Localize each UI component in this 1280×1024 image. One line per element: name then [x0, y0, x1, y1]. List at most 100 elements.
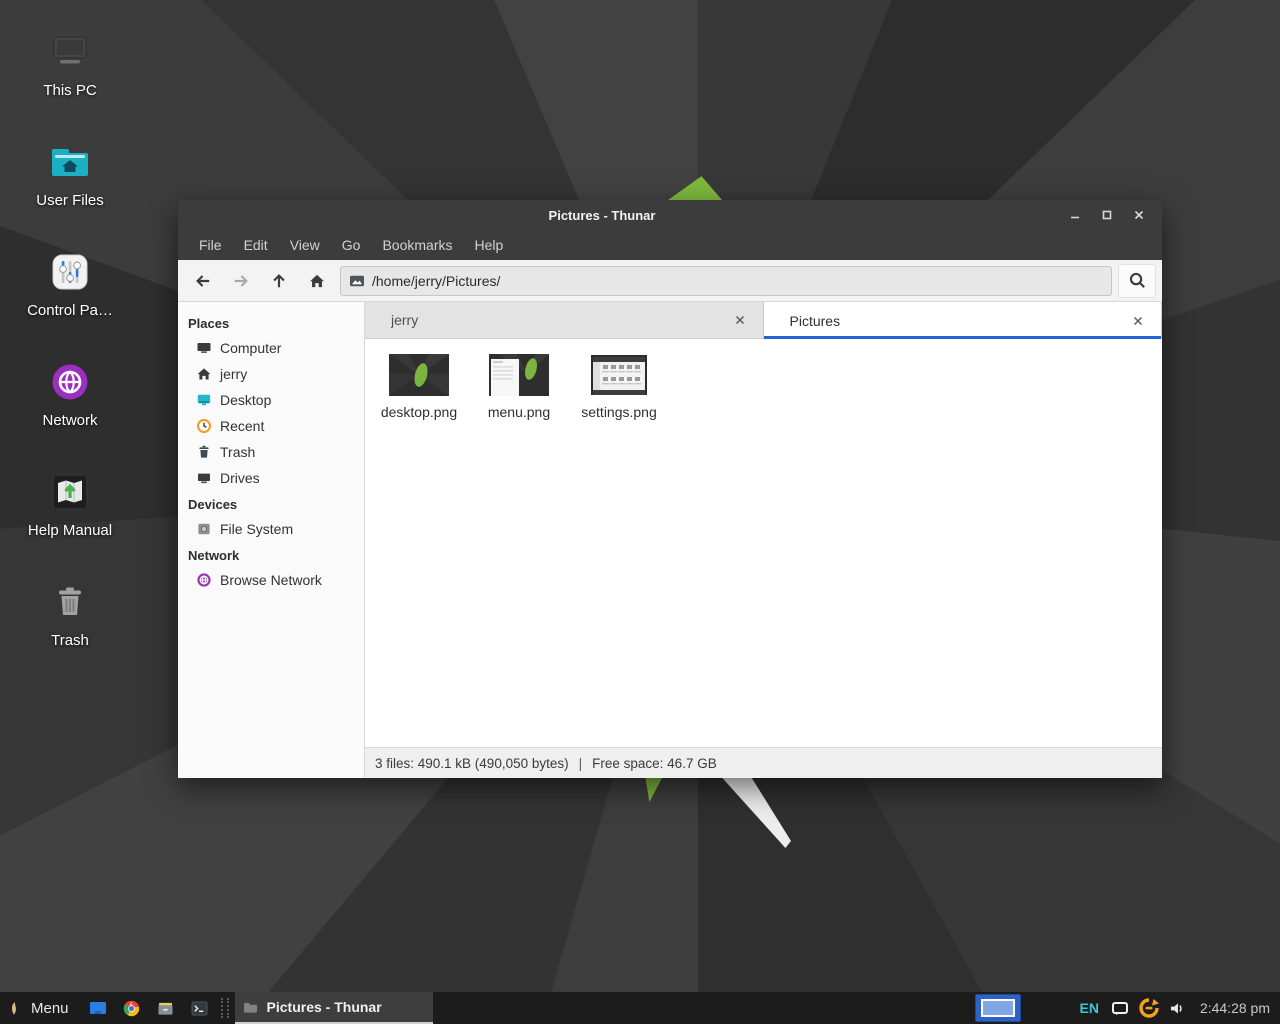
file-name: desktop.png — [371, 404, 467, 420]
taskbar: Menu — [0, 992, 1280, 1024]
sidebar-item-label: Computer — [220, 340, 281, 356]
back-button[interactable] — [188, 266, 218, 296]
file-menu-png[interactable]: menu.png — [469, 349, 569, 424]
panel-grip-handle[interactable] — [221, 998, 229, 1018]
network-globe-icon — [46, 358, 94, 406]
menu-view[interactable]: View — [279, 233, 331, 257]
path-text: /home/jerry/Pictures/ — [372, 273, 500, 289]
update-manager-icon[interactable] — [1138, 997, 1160, 1019]
taskbar-window-label: Pictures - Thunar — [267, 999, 382, 1015]
home-icon — [196, 366, 212, 382]
status-bar: 3 files: 490.1 kB (490,050 bytes) | Free… — [365, 747, 1162, 778]
menu-file[interactable]: File — [188, 233, 233, 257]
help-manual-icon — [46, 468, 94, 516]
sidebar-item-label: Trash — [220, 444, 255, 460]
display-tray-icon[interactable] — [1109, 997, 1131, 1019]
file-list-area[interactable]: desktop.png — [365, 339, 1162, 747]
sidebar-item-jerry-home[interactable]: jerry — [178, 361, 364, 387]
desktop-icon-label: Help Manual — [16, 522, 124, 539]
forward-button[interactable] — [226, 266, 256, 296]
menu-button-label: Menu — [31, 1000, 69, 1017]
sidebar-item-label: File System — [220, 521, 293, 537]
toolbar: /home/jerry/Pictures/ — [178, 260, 1162, 302]
show-desktop-icon[interactable] — [85, 992, 111, 1024]
sidebar-item-desktop[interactable]: Desktop — [178, 387, 364, 413]
sidebar-item-drives[interactable]: Drives — [178, 465, 364, 491]
desktop-display-icon — [196, 392, 212, 408]
trash-icon — [196, 444, 212, 460]
path-bar[interactable]: /home/jerry/Pictures/ — [340, 266, 1112, 296]
maximize-button[interactable] — [1098, 206, 1116, 224]
tab-jerry[interactable]: jerry — [365, 302, 764, 339]
menu-bookmarks[interactable]: Bookmarks — [371, 233, 463, 257]
menu-go[interactable]: Go — [331, 233, 372, 257]
sidebar-header-network: Network — [178, 542, 364, 567]
sidebar-item-trash[interactable]: Trash — [178, 439, 364, 465]
desktop-icon-user-files[interactable]: User Files — [16, 138, 124, 209]
computer-icon — [46, 28, 94, 76]
tab-label: Pictures — [790, 313, 1130, 329]
system-tray: EN 2:44:28 pm — [975, 992, 1280, 1024]
file-manager-icon[interactable] — [153, 992, 179, 1024]
volume-icon[interactable] — [1167, 997, 1189, 1019]
home-button[interactable] — [302, 266, 332, 296]
window-titlebar[interactable]: Pictures - Thunar — [178, 200, 1162, 230]
control-panel-icon — [46, 248, 94, 296]
home-folder-icon — [46, 138, 94, 186]
menu-edit[interactable]: Edit — [233, 233, 279, 257]
file-settings-png[interactable]: settings.png — [569, 349, 669, 424]
workspace-thumbnail — [981, 999, 1015, 1017]
sidebar-header-places: Places — [178, 310, 364, 335]
desktop-icon-help-manual[interactable]: Help Manual — [16, 468, 124, 539]
menu-button[interactable]: Menu — [0, 992, 77, 1024]
menu-png-thumbnail — [487, 353, 551, 399]
keyboard-layout-indicator[interactable]: EN — [1079, 1000, 1098, 1016]
sidebar-item-label: jerry — [220, 366, 247, 382]
status-files-summary: 3 files: 490.1 kB (490,050 bytes) — [375, 756, 569, 771]
sidebar: Places Computer jerry — [178, 302, 365, 778]
desktop-icon-control-panel[interactable]: Control Pa… — [16, 248, 124, 319]
sidebar-item-computer[interactable]: Computer — [178, 335, 364, 361]
filesystem-drive-icon — [196, 521, 212, 537]
wallpaper-mint-logo-fragment — [644, 778, 662, 802]
clock[interactable]: 2:44:28 pm — [1200, 1000, 1270, 1016]
tab-close-icon[interactable] — [1129, 312, 1147, 330]
status-separator: | — [579, 756, 583, 771]
desktop-icon-label: User Files — [16, 192, 124, 209]
workspace-switcher[interactable] — [975, 994, 1021, 1022]
up-button[interactable] — [264, 266, 294, 296]
sidebar-item-browse-network[interactable]: Browse Network — [178, 567, 364, 593]
terminal-icon[interactable] — [187, 992, 213, 1024]
file-name: menu.png — [471, 404, 567, 420]
tab-bar: jerry Pictures — [365, 302, 1162, 339]
wallpaper-logo-streak — [721, 778, 791, 848]
close-button[interactable] — [1130, 206, 1148, 224]
search-button[interactable] — [1118, 264, 1156, 298]
menubar: File Edit View Go Bookmarks Help — [178, 230, 1162, 260]
desktop-png-thumbnail — [387, 353, 451, 399]
sidebar-item-recent[interactable]: Recent — [178, 413, 364, 439]
sidebar-item-label: Recent — [220, 418, 264, 434]
search-icon — [1128, 271, 1147, 290]
drives-icon — [196, 470, 212, 486]
sidebar-item-file-system[interactable]: File System — [178, 516, 364, 542]
taskbar-window-button[interactable]: Pictures - Thunar — [235, 992, 433, 1024]
tab-label: jerry — [391, 312, 731, 328]
trash-icon — [46, 578, 94, 626]
desktop-icon-label: This PC — [16, 82, 124, 99]
thunar-window: Pictures - Thunar File Edit View Go Book… — [178, 200, 1162, 778]
computer-icon — [196, 340, 212, 356]
desktop-icon-network[interactable]: Network — [16, 358, 124, 429]
minimize-button[interactable] — [1066, 206, 1084, 224]
tab-pictures[interactable]: Pictures — [764, 302, 1163, 339]
window-title: Pictures - Thunar — [178, 208, 1026, 223]
menu-help[interactable]: Help — [464, 233, 515, 257]
file-desktop-png[interactable]: desktop.png — [369, 349, 469, 424]
tab-close-icon[interactable] — [731, 311, 749, 329]
chrome-browser-icon[interactable] — [119, 992, 145, 1024]
desktop-icon-label: Control Pa… — [16, 302, 124, 319]
desktop-icon-label: Network — [16, 412, 124, 429]
sidebar-header-devices: Devices — [178, 491, 364, 516]
desktop-icon-trash[interactable]: Trash — [16, 578, 124, 649]
desktop-icon-this-pc[interactable]: This PC — [16, 28, 124, 99]
